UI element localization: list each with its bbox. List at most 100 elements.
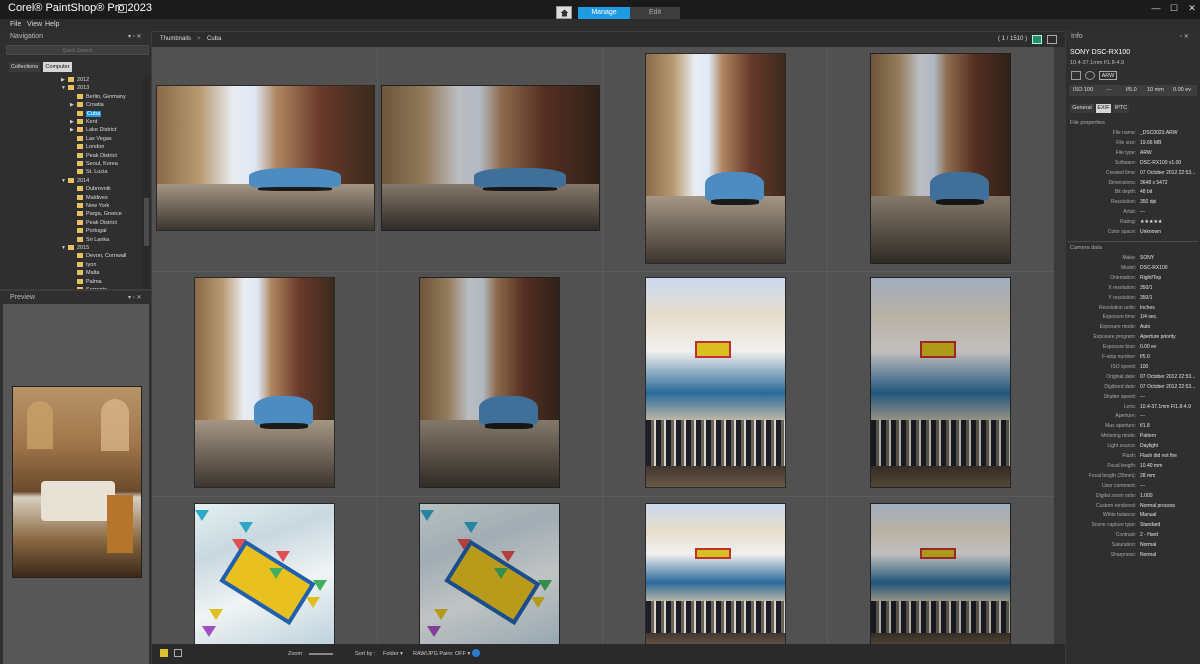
exif-key: File type:	[1115, 149, 1136, 156]
tree-item[interactable]: Sri Lanka	[70, 236, 109, 244]
help-icon[interactable]	[472, 649, 480, 657]
panel-menu-icon[interactable]: ▾ ▫ ✕	[128, 33, 142, 40]
tree-item[interactable]: ▼ 2014	[61, 177, 89, 185]
grid-scrollbar[interactable]	[1054, 47, 1065, 644]
tree-item-label: Devon, Cornwall	[86, 253, 127, 260]
folder-icon	[77, 119, 83, 125]
tree-item[interactable]: ▼ 2013	[61, 84, 89, 92]
tree-item[interactable]: London	[70, 143, 104, 151]
tree-item[interactable]: Dubrovnik	[70, 185, 111, 193]
tree-item[interactable]: Iyon	[70, 261, 96, 269]
thumbnail-flags[interactable]	[419, 503, 560, 644]
zoom-label: Zoom	[288, 651, 303, 657]
exif-key: Digital zoom ratio:	[1095, 492, 1136, 499]
tree-item[interactable]: Las Vegas	[70, 135, 112, 143]
thumbnail-street[interactable]	[419, 277, 560, 488]
tree-item[interactable]: Parga, Greece	[70, 210, 122, 218]
nav-scrollbar[interactable]	[143, 75, 150, 289]
tab-general[interactable]: General	[1070, 104, 1094, 113]
tree-item-label: Lake District	[86, 127, 117, 134]
breadcrumb-thumbnails[interactable]: Thumbnails	[160, 36, 191, 42]
exif-key: Resolution units:	[1099, 304, 1136, 311]
thumbnail-street[interactable]	[381, 85, 600, 231]
tab-collections[interactable]: Collections	[9, 62, 40, 72]
tree-item[interactable]: ▶ Lake District	[70, 126, 116, 134]
chevron-right-icon[interactable]: ▶	[61, 76, 68, 84]
tree-item-label: New York	[86, 203, 110, 209]
exif-value: Auto	[1140, 324, 1151, 331]
zoom-slider[interactable]	[309, 653, 333, 655]
tab-iptc[interactable]: IPTC	[1113, 104, 1129, 113]
thumbnail-market[interactable]	[870, 277, 1011, 488]
tab-edit[interactable]: Edit	[630, 7, 680, 19]
preview-menu-icon[interactable]: ▾ ▫ ✕	[128, 294, 142, 301]
folder-icon[interactable]	[174, 649, 182, 657]
menu-file[interactable]: File	[10, 21, 21, 28]
thumbnail-street[interactable]	[645, 53, 786, 264]
file-properties-heading: File properties	[1070, 120, 1105, 126]
aperture-value: f/5.0	[1126, 87, 1137, 93]
exif-row: Contrast: 2 - Hard	[1066, 532, 1200, 541]
tree-item[interactable]: Cuba	[70, 110, 102, 118]
home-button[interactable]	[556, 6, 572, 19]
nav-scrollbar-thumb[interactable]	[144, 198, 149, 246]
thumbnail-street[interactable]	[156, 85, 375, 231]
raw-pairs-dropdown[interactable]: RAW/JPG Pairs: OFF ▾	[413, 651, 470, 657]
exif-value: 07 October 2012 22:53...	[1140, 373, 1196, 380]
tree-item[interactable]: Devon, Cornwall	[70, 252, 126, 260]
tree-item[interactable]: Malta	[70, 269, 99, 277]
chevron-right-icon[interactable]: ▶	[70, 118, 77, 126]
details-view-icon[interactable]	[1047, 35, 1057, 44]
tree-item[interactable]: Berlin, Germany	[70, 93, 126, 101]
tree-item[interactable]: St. Lucia	[70, 168, 107, 176]
tree-item[interactable]: ▼ 2015	[61, 244, 89, 252]
thumbnail-market[interactable]	[870, 503, 1011, 644]
tree-item[interactable]: New York	[70, 202, 109, 210]
exif-key: Sharpness:	[1110, 552, 1136, 558]
tree-item[interactable]: Peak District	[70, 219, 117, 227]
thumbnail-flags[interactable]	[194, 503, 335, 644]
tree-item-label: Berlin, Germany	[86, 93, 126, 100]
tree-item[interactable]: Palma	[70, 278, 102, 286]
tab-computer[interactable]: Computer	[43, 62, 72, 72]
thumbnail-street[interactable]	[870, 53, 1011, 264]
workspace-icon[interactable]	[118, 4, 127, 13]
tree-item[interactable]: Sorrento	[70, 286, 107, 289]
tree-item[interactable]: ▶ Croatia	[70, 101, 104, 109]
exif-key: Artist:	[1123, 209, 1136, 216]
select-all-icon[interactable]	[160, 649, 168, 657]
tree-item[interactable]: ▶ 2012	[61, 76, 89, 84]
breadcrumb-current[interactable]: Cuba	[207, 36, 221, 42]
tab-exif[interactable]: EXIF	[1096, 104, 1111, 113]
thumbnail-market[interactable]	[645, 503, 786, 644]
close-button[interactable]: ✕	[1187, 3, 1197, 13]
tree-item[interactable]: Peak District	[70, 152, 117, 160]
quick-search-input[interactable]: Quick Search	[6, 45, 149, 55]
thumbnail-market[interactable]	[645, 277, 786, 488]
exif-row: Software: DSC-RX100 v1.00	[1066, 160, 1200, 169]
menu-help[interactable]: Help	[45, 21, 59, 28]
exif-value: _DSC0023.ARW	[1140, 130, 1178, 136]
maximize-button[interactable]: ☐	[1169, 3, 1179, 13]
exif-value: ★★★★★	[1140, 219, 1163, 226]
chevron-down-icon[interactable]: ▼	[61, 84, 68, 92]
chevron-down-icon[interactable]: ▼	[61, 177, 68, 185]
folder-icon	[77, 278, 83, 284]
sort-dropdown[interactable]: Folder ▾	[383, 651, 403, 657]
tree-item[interactable]: Seoul, Korea	[70, 160, 118, 168]
chevron-right-icon[interactable]: ▶	[70, 101, 77, 109]
tree-item[interactable]: Maldives	[70, 194, 108, 202]
tab-manage[interactable]: Manage	[578, 7, 630, 19]
exif-row: Color space: Unknown	[1066, 229, 1200, 238]
thumbnail-view-icon[interactable]	[1032, 35, 1042, 44]
info-menu-icon[interactable]: ▫ ✕	[1180, 33, 1189, 40]
menu-view[interactable]: View	[27, 21, 42, 28]
minimize-button[interactable]: —	[1151, 3, 1161, 13]
thumbnail-street[interactable]	[194, 277, 335, 488]
chevron-down-icon[interactable]: ▼	[61, 244, 68, 252]
tree-item[interactable]: Portugal	[70, 227, 107, 235]
tree-item[interactable]: ▶ Kent	[70, 118, 97, 126]
exif-key: Exposure program:	[1093, 334, 1136, 341]
chevron-right-icon[interactable]: ▶	[70, 126, 77, 134]
folder-icon	[77, 186, 83, 192]
